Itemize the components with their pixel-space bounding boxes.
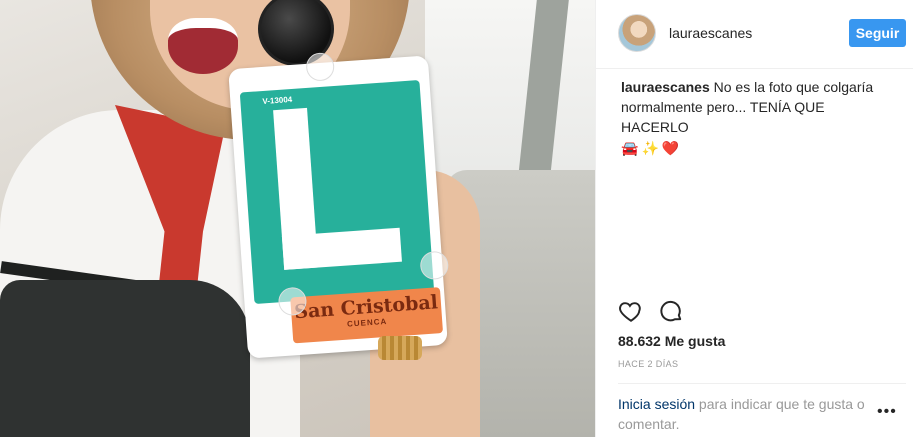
action-bar [618,298,684,324]
caption-emojis: 🚘 ✨ ❤️ [621,139,889,157]
comment-icon[interactable] [658,298,684,324]
post-header: lauraescanes Seguir [596,0,913,69]
caption-username[interactable]: lauraescanes [621,79,710,95]
post-photo[interactable]: V-13004 San Cristobal CUENCA [0,0,595,437]
heart-emoji: ❤️ [661,140,680,156]
sign-green-area [239,80,435,305]
caption: lauraescanes No es la foto que colgaría … [621,77,889,157]
header-username[interactable]: lauraescanes [669,25,752,41]
divider [618,383,906,384]
smiling-mouth [168,18,238,74]
post-side-panel: lauraescanes Seguir lauraescanes No es l… [595,0,913,437]
more-options-icon[interactable]: ••• [877,403,897,421]
learner-driver-sign: V-13004 San Cristobal CUENCA [228,51,450,359]
follow-button[interactable]: Seguir [849,19,906,47]
sign-brand-plate: San Cristobal CUENCA [290,287,444,344]
car-emoji: 🚘 [621,140,639,156]
likes-count[interactable]: 88.632 Me gusta [618,333,725,349]
instagram-post: V-13004 San Cristobal CUENCA lauraescane… [0,0,913,437]
post-timestamp[interactable]: HACE 2 DÍAS [618,359,678,369]
handbag [0,280,250,437]
login-prompt: Inicia sesión para indicar que te gusta … [618,394,888,434]
wrist-watch [378,336,422,360]
heart-icon[interactable] [618,298,644,324]
avatar[interactable] [618,14,656,52]
login-link[interactable]: Inicia sesión [618,396,695,412]
sparkles-emoji: ✨ [641,140,659,156]
